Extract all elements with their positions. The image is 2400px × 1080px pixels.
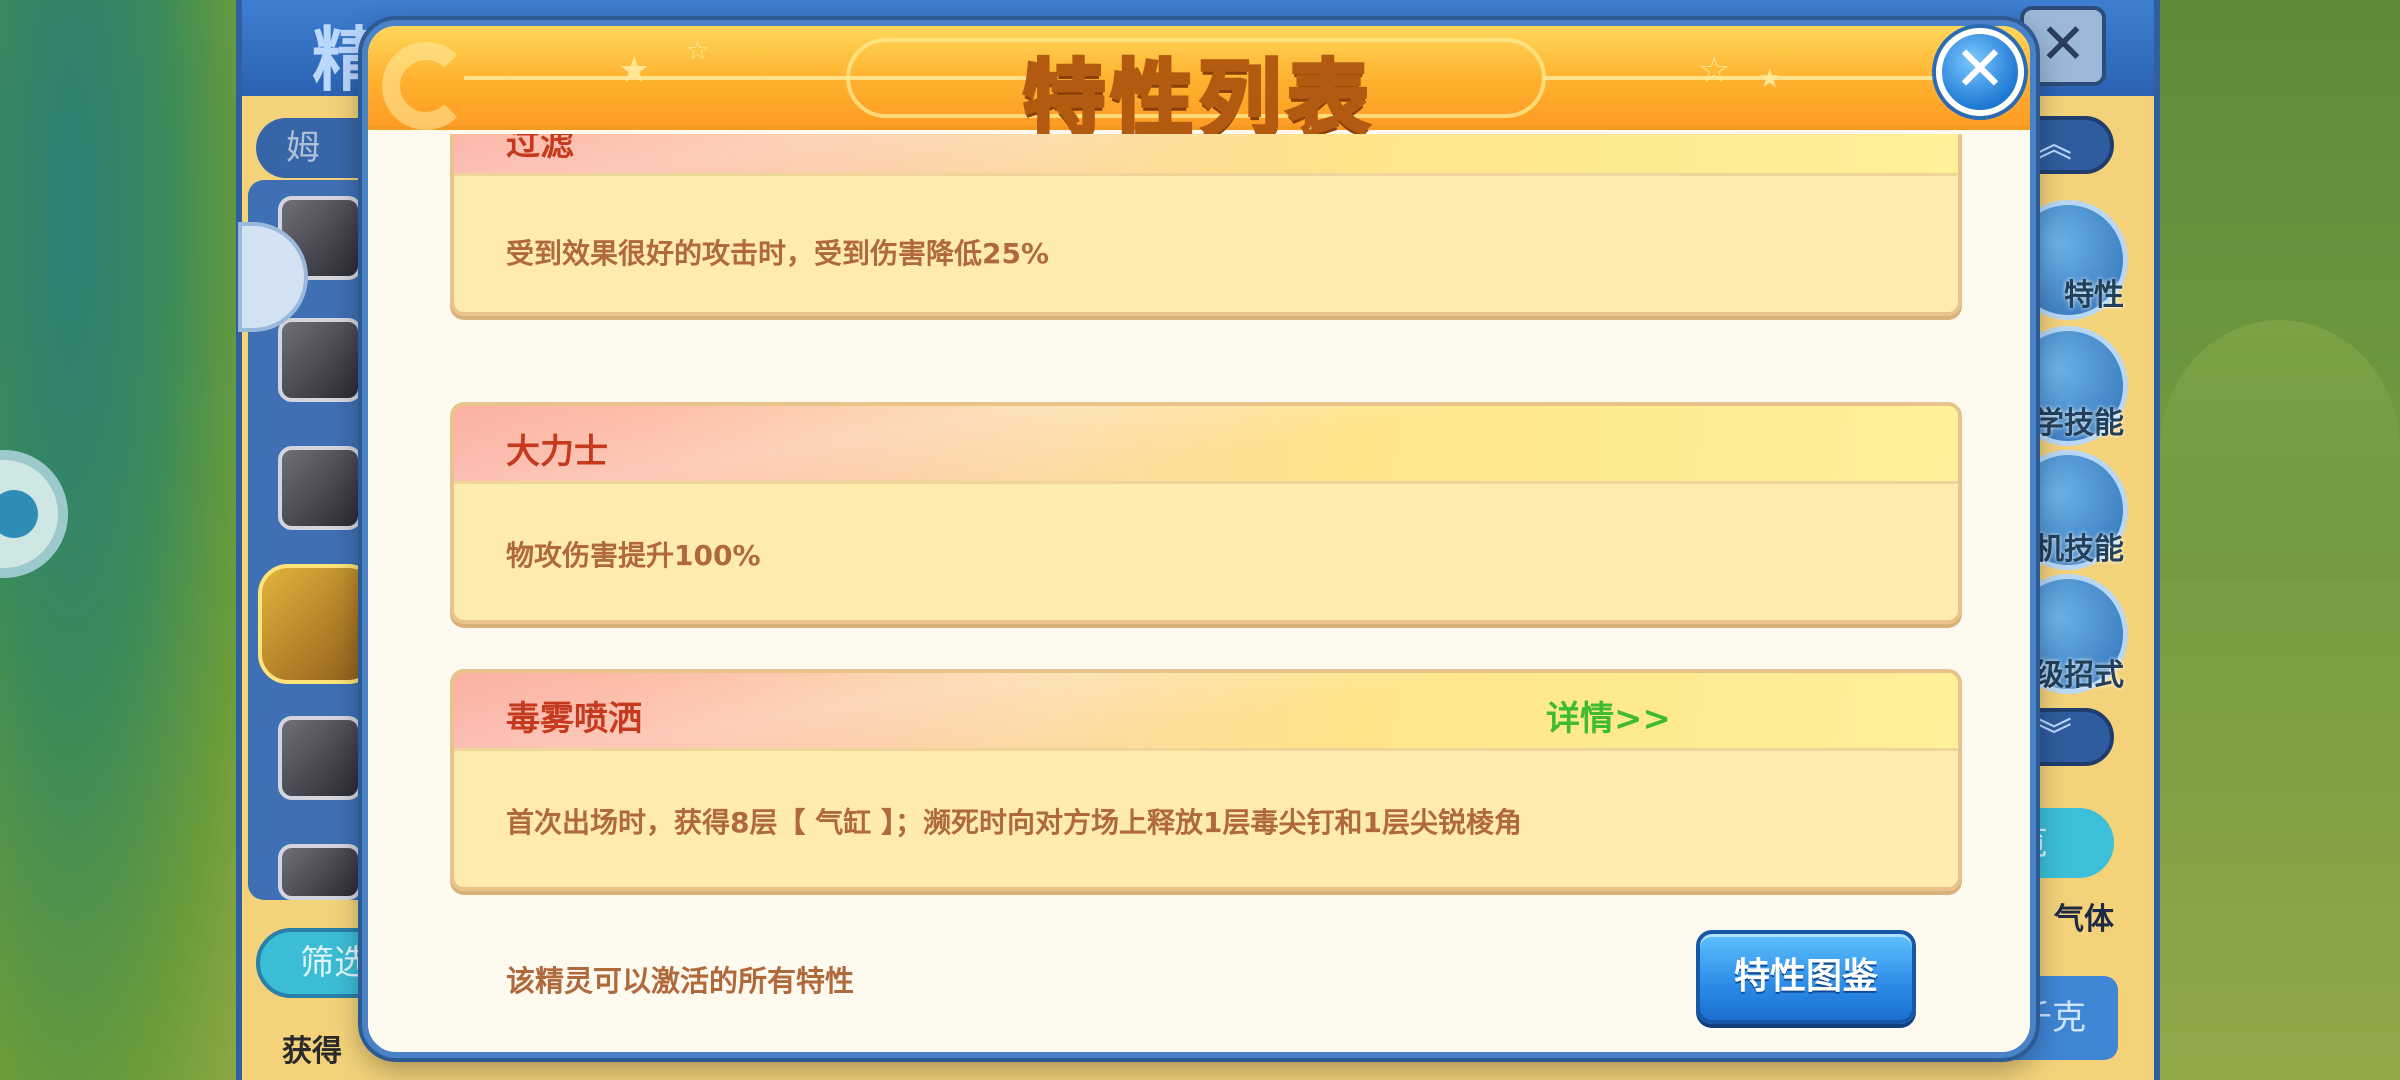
trait-description: 首次出场时，获得8层【 气缸 】；濒死时向对方场上释放1层毒尖钉和1层尖锐棱角: [506, 806, 1522, 839]
dialog-header: ★ ☆ ☆ ★ 特性列表: [368, 26, 2030, 149]
footer-note: 该精灵可以激活的所有特性: [506, 964, 855, 998]
trait-description: 物攻伤害提升100%: [506, 539, 761, 572]
trait-guide-button[interactable]: 特性图鉴: [1696, 930, 1916, 1024]
trait-card-header: 大力士: [454, 406, 1958, 484]
background-bottom-text: 获得: [282, 1034, 342, 1069]
trait-card-header: 过滤: [454, 134, 1958, 176]
background-scenery-right: [2160, 0, 2400, 1080]
trait-name: 大力士: [506, 432, 608, 472]
close-icon[interactable]: ✕: [1936, 28, 2024, 116]
creature-slot-selected: [258, 564, 378, 684]
trait-detail-link[interactable]: 详情>>: [1546, 691, 1671, 740]
creature-slot: [278, 716, 362, 800]
trait-list[interactable]: 过滤 受到效果很好的攻击时，受到伤害降低25% 大力士 物攻伤害提升100% 毒…: [368, 134, 2030, 914]
background-menu-label: 特性: [2064, 278, 2124, 313]
creature-slot: [278, 446, 362, 530]
background-menu-label: 学技能: [2034, 406, 2124, 441]
trait-list-dialog: ★ ☆ ☆ ★ 特性列表 过滤 受到效果很好的攻击时，受到伤害降低25% 大力士…: [362, 20, 2036, 1058]
trait-name: 毒雾喷洒: [506, 699, 642, 739]
creature-slot: [278, 844, 362, 900]
trait-name: 过滤: [506, 134, 574, 164]
trait-card: 大力士 物攻伤害提升100%: [450, 402, 1962, 624]
background-gas-label: 气体: [2054, 902, 2114, 937]
trait-card: 毒雾喷洒 详情>> 首次出场时，获得8层【 气缸 】；濒死时向对方场上释放1层毒…: [450, 669, 1962, 891]
trait-card: 过滤 受到效果很好的攻击时，受到伤害降低25%: [450, 134, 1962, 316]
trait-card-header: 毒雾喷洒 详情>>: [454, 673, 1958, 751]
background-menu-label: 级招式: [2034, 658, 2124, 693]
creature-slot: [278, 318, 362, 402]
trait-description: 受到效果很好的攻击时，受到伤害降低25%: [506, 237, 1050, 270]
background-menu-label: 机技能: [2034, 532, 2124, 567]
